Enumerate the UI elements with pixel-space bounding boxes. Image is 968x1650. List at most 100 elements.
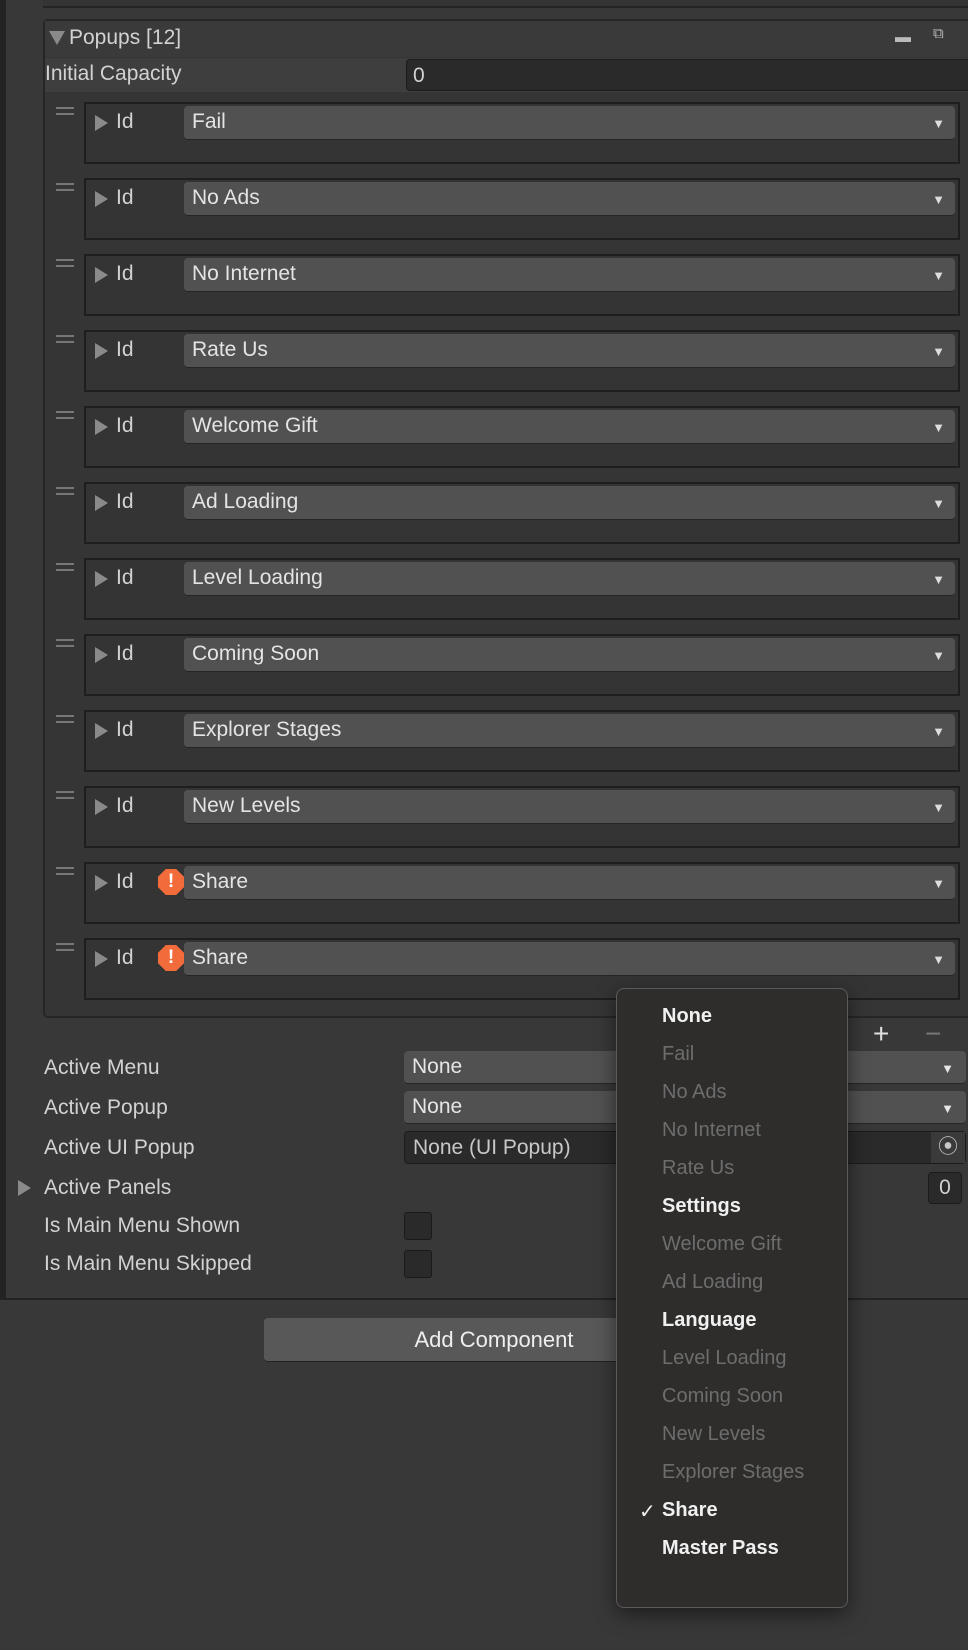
list-item: Id Level Loading ▼: [56, 558, 960, 620]
foldout-collapsed-icon[interactable]: [95, 191, 108, 207]
foldout-collapsed-icon[interactable]: [95, 951, 108, 967]
foldout-collapsed-icon[interactable]: [95, 647, 108, 663]
foldout-collapsed-icon[interactable]: [18, 1180, 31, 1196]
foldout-collapsed-icon[interactable]: [95, 267, 108, 283]
chevron-down-icon: ▼: [932, 800, 945, 815]
remove-element-button[interactable]: −: [925, 1018, 941, 1050]
foldout-collapsed-icon[interactable]: [95, 799, 108, 815]
chevron-down-icon: ▼: [932, 876, 945, 891]
foldout-collapsed-icon[interactable]: [95, 571, 108, 587]
id-dropdown[interactable]: Fail ▼: [184, 106, 955, 140]
chevron-down-icon: ▼: [932, 192, 945, 207]
add-element-button[interactable]: +: [873, 1018, 889, 1050]
id-label: Id: [116, 870, 134, 893]
drag-handle-icon[interactable]: [56, 791, 74, 799]
id-dropdown[interactable]: Coming Soon ▼: [184, 638, 955, 672]
id-dropdown[interactable]: New Levels ▼: [184, 790, 955, 824]
active-panels-label[interactable]: Active Panels: [44, 1176, 171, 1200]
menu-item: Rate Us: [662, 1157, 735, 1179]
menu-item: Welcome Gift: [662, 1233, 782, 1255]
active-popup-label: Active Popup: [44, 1096, 168, 1119]
popup-id-dropdown-menu: None Fail No Ads No Internet Rate Us Settings…: [616, 988, 848, 1608]
id-value: Welcome Gift: [192, 414, 318, 437]
menu-item[interactable]: Master Pass: [662, 1537, 779, 1560]
list-item: Id No Internet ▼: [56, 254, 960, 316]
main-menu-shown-checkbox[interactable]: [404, 1212, 432, 1240]
id-value: Share: [192, 870, 249, 893]
id-label: Id: [116, 262, 134, 285]
id-label: Id: [116, 566, 134, 589]
drag-handle-icon[interactable]: [56, 639, 74, 647]
id-value: Rate Us: [192, 338, 268, 361]
id-dropdown[interactable]: Welcome Gift ▼: [184, 410, 955, 444]
id-dropdown[interactable]: Ad Loading ▼: [184, 486, 955, 520]
id-value: Level Loading: [192, 566, 323, 589]
drag-handle-icon[interactable]: [56, 183, 74, 191]
id-label: Id: [116, 110, 134, 133]
main-menu-shown-label: Is Main Menu Shown: [44, 1214, 241, 1237]
checkmark-icon: ✓: [639, 1501, 656, 1523]
popups-title: Popups [12]: [69, 26, 182, 49]
popups-header[interactable]: Popups [12] ▬ ⧉: [45, 21, 968, 57]
id-dropdown[interactable]: Explorer Stages ▼: [184, 714, 955, 748]
chevron-down-icon: ▼: [941, 1101, 954, 1116]
id-value: Share: [192, 946, 249, 969]
drag-handle-icon[interactable]: [56, 335, 74, 343]
minimize-icon[interactable]: ▬: [895, 29, 911, 47]
id-dropdown[interactable]: Rate Us ▼: [184, 334, 955, 368]
id-dropdown[interactable]: Level Loading ▼: [184, 562, 955, 596]
id-label: Id: [116, 414, 134, 437]
id-dropdown[interactable]: Share ▼: [184, 866, 955, 900]
main-menu-skipped-checkbox[interactable]: [404, 1250, 432, 1278]
menu-item[interactable]: Language: [662, 1309, 756, 1332]
drag-handle-icon[interactable]: [56, 411, 74, 419]
active-menu-value: None: [412, 1055, 463, 1078]
chevron-down-icon: ▼: [932, 268, 945, 283]
list-item: Id Welcome Gift ▼: [56, 406, 960, 468]
drag-handle-icon[interactable]: [56, 563, 74, 571]
object-picker-icon[interactable]: ⦿: [931, 1132, 965, 1163]
foldout-collapsed-icon[interactable]: [95, 419, 108, 435]
active-ui-popup-label: Active UI Popup: [44, 1136, 195, 1159]
foldout-collapsed-icon[interactable]: [95, 723, 108, 739]
foldout-collapsed-icon[interactable]: [95, 115, 108, 131]
previous-section: [43, 0, 968, 8]
list-item: Id New Levels ▼: [56, 786, 960, 848]
foldout-expanded-icon[interactable]: [49, 31, 65, 45]
id-dropdown[interactable]: No Internet ▼: [184, 258, 955, 292]
menu-item[interactable]: None: [662, 1005, 712, 1028]
initial-capacity-label: Initial Capacity: [45, 62, 182, 85]
foldout-collapsed-icon[interactable]: [95, 875, 108, 891]
drag-handle-icon[interactable]: [56, 259, 74, 267]
id-value: Fail: [192, 110, 226, 133]
warning-icon: !: [158, 945, 184, 971]
foldout-collapsed-icon[interactable]: [95, 495, 108, 511]
drag-handle-icon[interactable]: [56, 867, 74, 875]
id-value: Explorer Stages: [192, 718, 342, 741]
id-dropdown[interactable]: Share ▼: [184, 942, 955, 976]
id-label: Id: [116, 718, 134, 741]
main-menu-skipped-label: Is Main Menu Skipped: [44, 1252, 252, 1275]
menu-item[interactable]: Share: [662, 1499, 718, 1522]
foldout-collapsed-icon[interactable]: [95, 343, 108, 359]
menu-item: Explorer Stages: [662, 1461, 805, 1483]
drag-handle-icon[interactable]: [56, 715, 74, 723]
drag-handle-icon[interactable]: [56, 943, 74, 951]
chevron-down-icon: ▼: [932, 572, 945, 587]
list-item: Id Explorer Stages ▼: [56, 710, 960, 772]
undock-icon[interactable]: ⧉: [933, 25, 944, 42]
id-label: Id: [116, 338, 134, 361]
active-panels-count[interactable]: 0: [928, 1172, 962, 1204]
menu-item[interactable]: Settings: [662, 1195, 741, 1218]
menu-item: No Internet: [662, 1119, 761, 1141]
drag-handle-icon[interactable]: [56, 107, 74, 115]
chevron-down-icon: ▼: [932, 420, 945, 435]
menu-item: No Ads: [662, 1081, 727, 1103]
id-label: Id: [116, 490, 134, 513]
drag-handle-icon[interactable]: [56, 487, 74, 495]
initial-capacity-input[interactable]: 0: [406, 59, 968, 91]
list-item: Id Ad Loading ▼: [56, 482, 960, 544]
id-dropdown[interactable]: No Ads ▼: [184, 182, 955, 216]
id-label: Id: [116, 186, 134, 209]
active-ui-popup-value: None (UI Popup): [413, 1136, 571, 1159]
